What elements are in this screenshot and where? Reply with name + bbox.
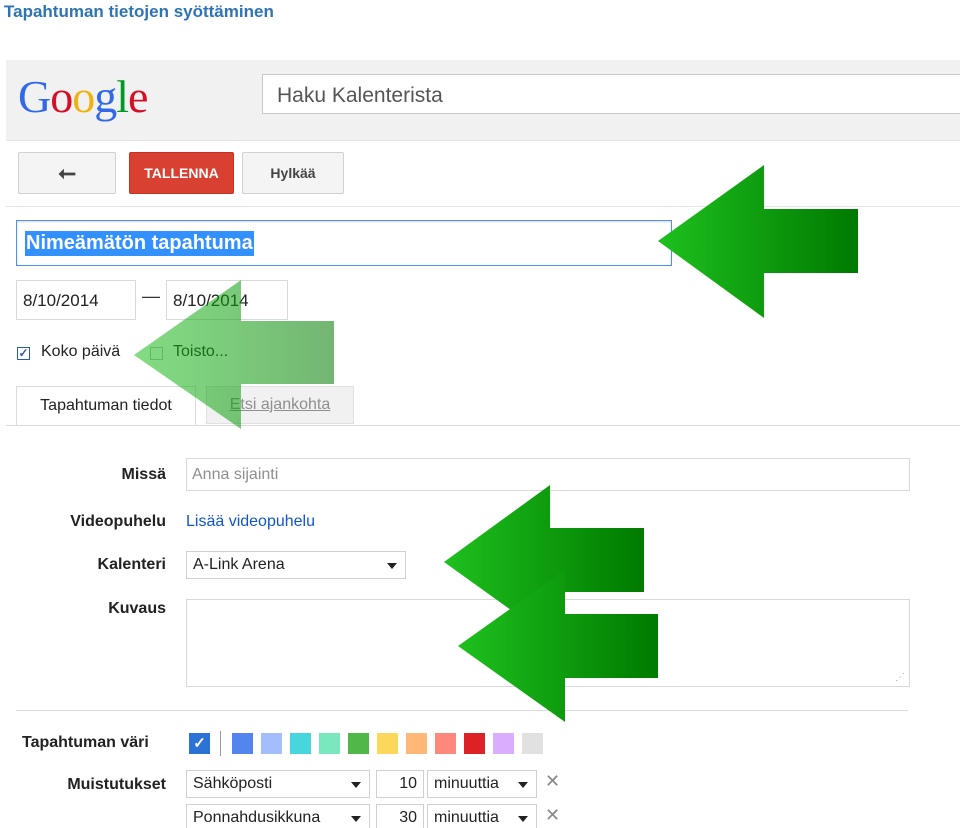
reminder-method-select[interactable]: Ponnahdusikkuna (186, 804, 370, 828)
reminder-unit-select[interactable]: minuuttia (427, 804, 537, 828)
end-date-input[interactable]: 8/10/2014 (166, 280, 288, 320)
color-swatch[interactable] (232, 733, 253, 754)
reminder-unit-select[interactable]: minuuttia (427, 770, 537, 798)
repeat-checkbox[interactable] (150, 347, 163, 360)
chevron-down-icon (518, 816, 528, 822)
location-input[interactable]: Anna sijainti (186, 458, 910, 491)
color-swatch[interactable] (348, 733, 369, 754)
event-title-input[interactable]: Nimeämätön tapahtuma (16, 220, 672, 266)
color-swatch[interactable] (406, 733, 427, 754)
logo-letter: l (116, 71, 129, 122)
remove-reminder-icon[interactable]: ✕ (545, 771, 560, 792)
tab-find-time[interactable]: Etsi ajankohta (206, 386, 354, 424)
divider (6, 206, 960, 207)
discard-button[interactable]: Hylkää (242, 152, 344, 194)
logo-letter: g (94, 71, 117, 122)
reminder-method-value: Sähköposti (193, 775, 273, 792)
back-arrow-icon: ⭠ (58, 160, 76, 185)
color-swatch[interactable] (522, 733, 543, 754)
description-textarea[interactable]: ⋰ (186, 599, 910, 687)
reminder-unit-value: minuuttia (434, 775, 499, 792)
document-title: Tapahtuman tietojen syöttäminen (4, 2, 274, 21)
section-divider (16, 710, 908, 711)
search-input[interactable]: Haku Kalenterista (262, 74, 960, 114)
reminder-amount-input[interactable]: 10 (376, 770, 424, 798)
google-logo[interactable]: Google (18, 71, 148, 122)
reminder-method-select[interactable]: Sähköposti (186, 770, 370, 798)
event-title-text: Nimeämätön tapahtuma (25, 231, 254, 256)
color-swatch[interactable] (464, 733, 485, 754)
all-day-label[interactable]: Koko päivä (41, 343, 120, 361)
top-bar: Google Haku Kalenterista (6, 60, 960, 141)
color-swatch[interactable] (377, 733, 398, 754)
chevron-down-icon (351, 816, 361, 822)
calendar-label: Kalenteri (97, 556, 166, 573)
color-swatch-selected[interactable]: ✓ (189, 733, 210, 754)
reminder-method-value: Ponnahdusikkuna (193, 809, 321, 826)
chevron-down-icon (387, 563, 397, 569)
logo-letter: G (18, 71, 51, 122)
logo-letter: o (50, 71, 73, 122)
color-swatch[interactable] (290, 733, 311, 754)
calendar-value: A-Link Arena (193, 556, 285, 573)
tab-divider (6, 425, 960, 426)
calendar-screenshot: Google Haku Kalenterista ⭠ TALLENNA Hylk… (6, 60, 960, 828)
calendar-select[interactable]: A-Link Arena (186, 551, 406, 579)
repeat-label[interactable]: Toisto... (173, 343, 228, 361)
color-swatch[interactable] (261, 733, 282, 754)
reminder-amount-input[interactable]: 30 (376, 804, 424, 828)
reminders-label: Muistutukset (67, 776, 166, 793)
swatch-divider (220, 731, 221, 756)
video-call-label: Videopuhelu (70, 513, 166, 530)
save-button[interactable]: TALLENNA (129, 152, 234, 194)
resize-grip-icon[interactable]: ⋰ (895, 672, 907, 684)
remove-reminder-icon[interactable]: ✕ (545, 805, 560, 826)
tab-event-details[interactable]: Tapahtuman tiedot (16, 386, 196, 426)
add-video-call-link[interactable]: Lisää videopuhelu (186, 513, 315, 531)
logo-letter: e (128, 71, 148, 122)
description-label: Kuvaus (108, 600, 166, 617)
chevron-down-icon (351, 782, 361, 788)
start-date-input[interactable]: 8/10/2014 (16, 280, 136, 320)
back-button[interactable]: ⭠ (18, 152, 116, 194)
reminder-unit-value: minuuttia (434, 809, 499, 826)
date-separator: — (142, 286, 160, 306)
event-color-label: Tapahtuman väri (22, 734, 149, 751)
logo-letter: o (72, 71, 95, 122)
all-day-checkbox[interactable]: ✓ (17, 347, 30, 360)
color-swatch[interactable] (319, 733, 340, 754)
checkmark-icon: ✓ (193, 735, 206, 752)
color-swatch[interactable] (435, 733, 456, 754)
color-swatch[interactable] (493, 733, 514, 754)
where-label: Missä (121, 466, 166, 483)
chevron-down-icon (518, 782, 528, 788)
